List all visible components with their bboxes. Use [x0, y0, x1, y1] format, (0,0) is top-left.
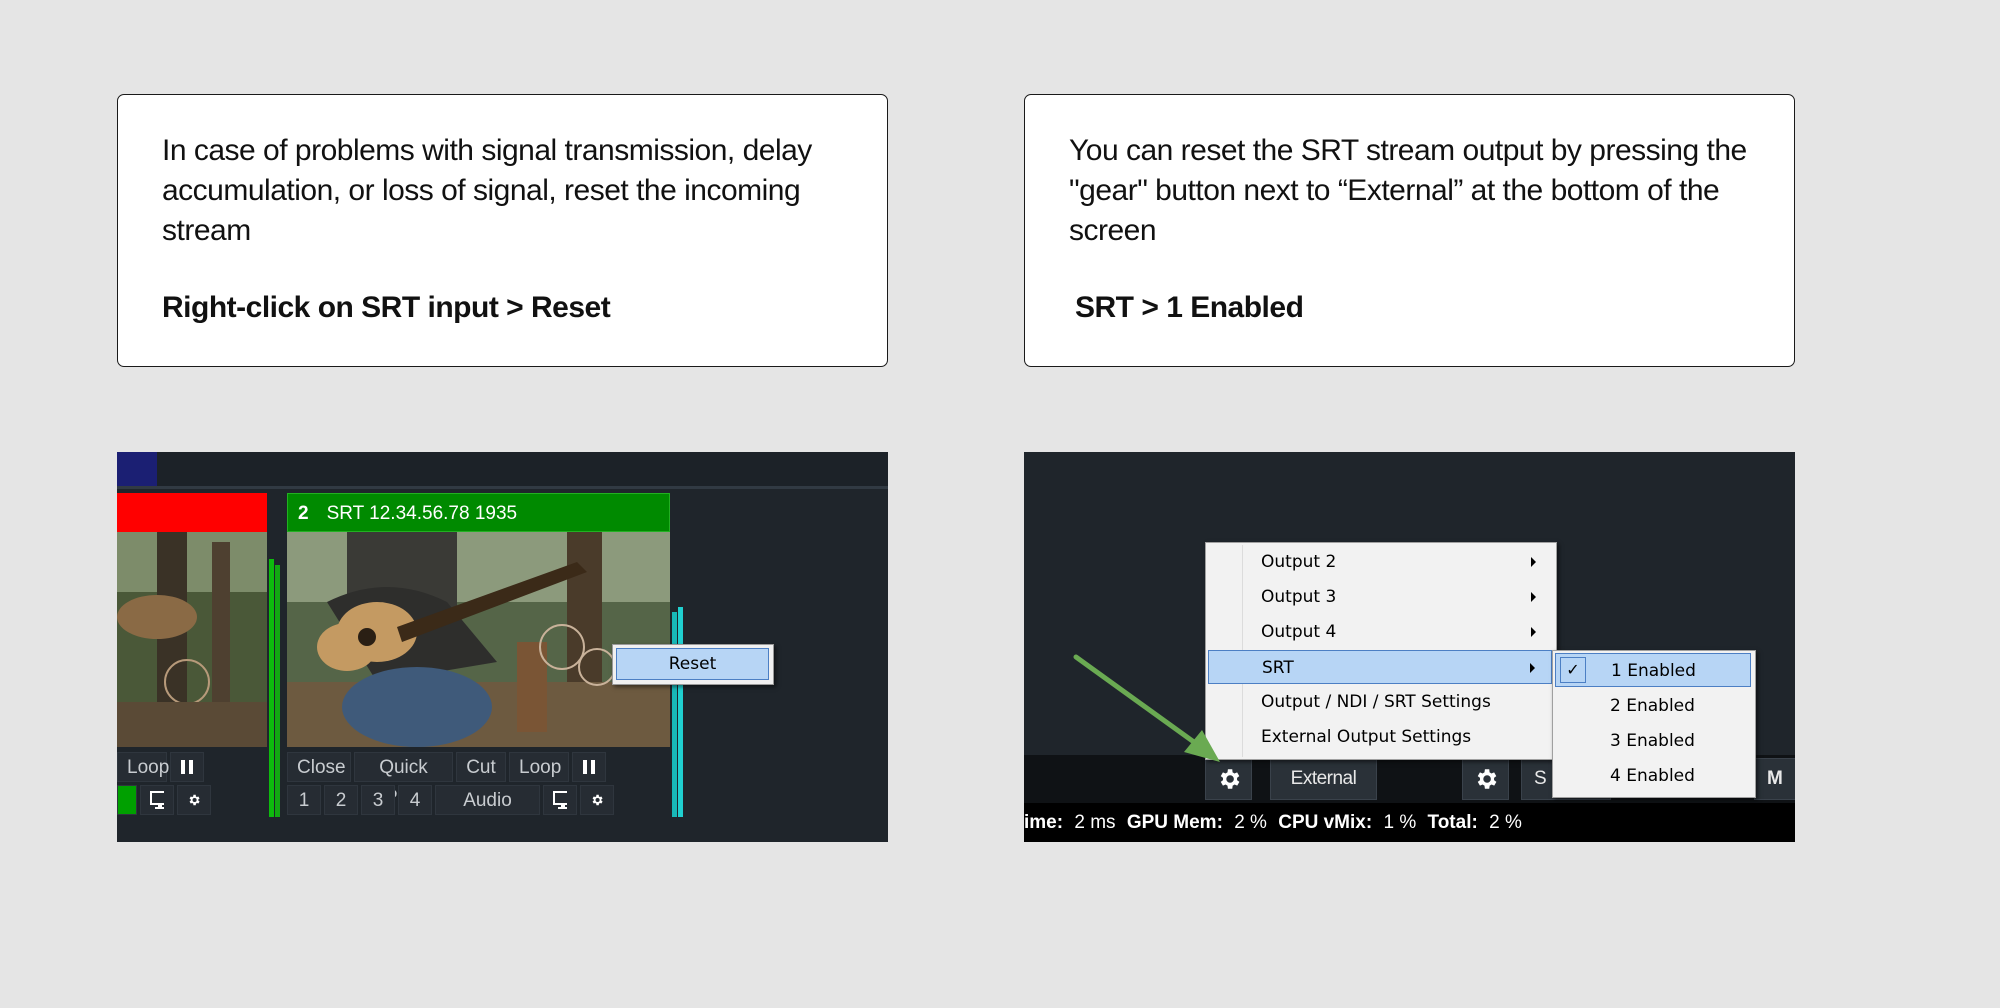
monitor-icon[interactable] — [140, 785, 174, 815]
input2-title: SRT 12.34.56.78 1935 — [326, 503, 518, 524]
gear-icon[interactable] — [580, 785, 614, 815]
left-card-instruction: Right-click on SRT input > Reset — [162, 291, 611, 324]
vmix-inputs-screenshot: Loop 2 SRT 12.34.56.78 1935 Close Quick … — [117, 452, 888, 842]
gear-icon[interactable] — [177, 785, 211, 815]
input1-button-row-1: Loop — [117, 752, 204, 782]
input2-quick-play-button[interactable]: Quick Play — [354, 752, 453, 808]
left-card-description: In case of problems with signal transmis… — [162, 134, 812, 247]
right-instruction-card: You can reset the SRT stream output by p… — [1024, 94, 1795, 367]
input1-audio-on-button[interactable] — [117, 785, 137, 815]
layer-1-button[interactable]: 1 — [287, 785, 321, 815]
input2-audio-meter-right — [678, 607, 683, 817]
reset-menu-item[interactable]: Reset — [616, 648, 769, 680]
layer-4-button[interactable]: 4 — [398, 785, 432, 815]
input1-video-preview[interactable] — [117, 532, 267, 747]
input2-button-row-2: 1 2 3 4 Audio — [287, 785, 614, 815]
pointer-arrow-icon — [1073, 654, 1220, 762]
input2-header[interactable]: 2 SRT 12.34.56.78 1935 — [287, 493, 670, 532]
blue-indicator — [117, 452, 157, 486]
input2-video-preview[interactable] — [287, 532, 670, 747]
right-card-description: You can reset the SRT stream output by p… — [1069, 134, 1747, 247]
right-card-instruction: SRT > 1 Enabled — [1075, 291, 1304, 324]
pause-icon[interactable] — [572, 752, 606, 782]
layer-2-button[interactable]: 2 — [324, 785, 358, 815]
input1-loop-button[interactable]: Loop — [117, 752, 169, 782]
vmix-output-screenshot: External S M ime: 2 ms GPU Mem: 2 % CPU … — [1024, 452, 1795, 842]
input2-audio-meter-left — [672, 612, 677, 817]
input2-cut-button[interactable]: Cut — [456, 752, 506, 782]
input2-number: 2 — [298, 503, 309, 524]
input1-button-row-2 — [117, 785, 211, 815]
input-context-menu: Reset — [612, 644, 774, 685]
inputs-top-bar — [117, 452, 888, 489]
monitor-icon[interactable] — [543, 785, 577, 815]
input1-header[interactable] — [117, 493, 267, 532]
input1-audio-meter-left — [269, 559, 274, 817]
input2-close-button[interactable]: Close — [287, 752, 351, 782]
input1-audio-meter-right — [275, 565, 280, 817]
input2-audio-button[interactable]: Audio — [435, 785, 540, 815]
input2-loop-button[interactable]: Loop — [509, 752, 569, 782]
pause-icon[interactable] — [170, 752, 204, 782]
layer-3-button[interactable]: 3 — [361, 785, 395, 815]
input2-button-row-1: Close Quick Play Cut Loop — [287, 752, 606, 808]
left-instruction-card: In case of problems with signal transmis… — [117, 94, 888, 367]
